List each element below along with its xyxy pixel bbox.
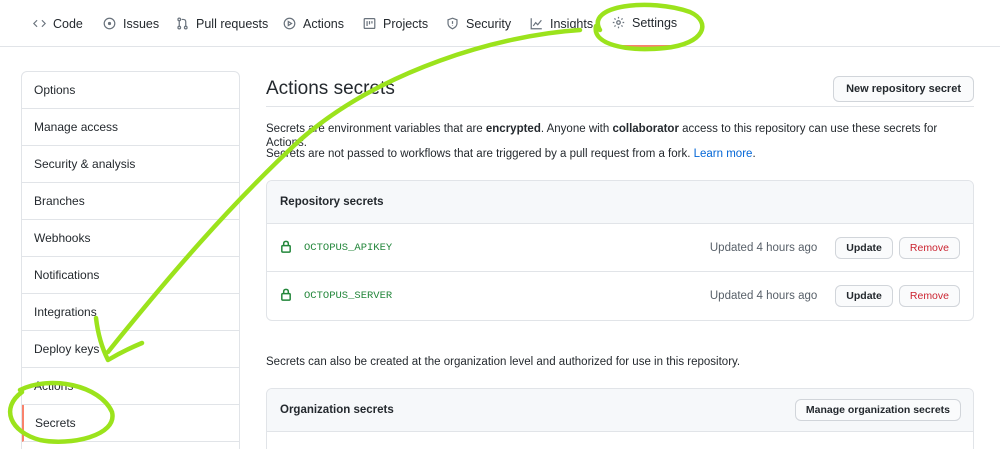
secret-updated: Updated 4 hours ago [709, 241, 818, 254]
sidebar-item-label: Webhooks [34, 231, 91, 245]
update-secret-button[interactable]: Update [835, 236, 893, 259]
fork-note-text: Secrets are not passed to workflows that… [266, 148, 694, 160]
play-icon [283, 17, 296, 30]
gear-icon [612, 16, 625, 29]
page-header: Actions secrets New repository secret [266, 71, 974, 107]
secrets-description: Secrets are environment variables that a… [266, 122, 974, 150]
sidebar-item-integrations[interactable]: Integrations [22, 294, 239, 331]
lock-icon [280, 240, 292, 256]
tab-projects-label: Projects [383, 16, 429, 31]
sidebar-item-label: Options [34, 83, 76, 97]
secret-name: OCTOPUS_SERVER [304, 290, 393, 302]
sidebar-item-deploy-keys[interactable]: Deploy keys [22, 331, 239, 368]
sidebar-item-label: Actions [34, 379, 74, 393]
sidebar-item-manage-access[interactable]: Manage access [22, 109, 239, 146]
org-secrets-note: Secrets can also be created at the organ… [266, 356, 741, 368]
organization-secrets-box: Organization secrets Manage organization… [266, 388, 974, 449]
sidebar-item-label: Security & analysis [34, 157, 136, 171]
tab-security-label: Security [466, 16, 512, 31]
sidebar-item-actions[interactable]: Actions [22, 368, 239, 405]
code-icon [33, 19, 46, 28]
learn-more-link[interactable]: Learn more [694, 148, 753, 160]
sidebar-item-label: Notifications [34, 268, 100, 282]
page-title: Actions secrets [266, 77, 395, 99]
sidebar-item-options[interactable]: Options [22, 72, 239, 109]
organization-secrets-title: Organization secrets [280, 404, 394, 416]
remove-secret-button[interactable]: Remove [898, 236, 960, 259]
sidebar-item-notifications[interactable]: Notifications [22, 257, 239, 294]
description-text: Secrets are environment variables that a… [266, 123, 486, 135]
repository-secrets-box: Repository secrets OCTOPUS_APIKEY Update… [266, 180, 974, 321]
tab-issues[interactable]: Issues [103, 0, 159, 47]
issue-icon [103, 17, 116, 30]
lock-icon [280, 288, 292, 304]
main-content: Actions secrets New repository secret Se… [266, 71, 974, 449]
sidebar-item-label: Manage access [34, 120, 119, 134]
tab-settings[interactable]: Settings [612, 0, 678, 47]
tab-security[interactable]: Security [446, 0, 511, 47]
manage-organization-secrets-button[interactable]: Manage organization secrets [794, 399, 961, 421]
sidebar-item-secrets[interactable]: Secrets [22, 405, 239, 442]
fork-note-end: . [752, 148, 756, 160]
sidebar-item-branches[interactable]: Branches [22, 183, 239, 220]
description-text: . Anyone with [540, 123, 613, 135]
sidebar-item-security-analysis[interactable]: Security & analysis [22, 146, 239, 183]
sidebar-item-label: Secrets [35, 416, 76, 430]
tab-actions-label: Actions [303, 16, 344, 31]
repo-nav: Code Issues Pull requests Actions Projec… [0, 0, 1000, 47]
sidebar-item-label: Deploy keys [34, 342, 100, 356]
tab-projects[interactable]: Projects [363, 0, 428, 47]
secret-updated: Updated 4 hours ago [709, 290, 818, 302]
tab-code-label: Code [53, 16, 83, 31]
sidebar-item-label: Branches [34, 194, 85, 208]
organization-secrets-header: Organization secrets Manage organization… [267, 389, 973, 432]
new-repository-secret-button[interactable]: New repository secret [833, 75, 974, 102]
secret-name: OCTOPUS_APIKEY [304, 241, 393, 254]
sidebar-item-label: Integrations [34, 305, 97, 319]
graph-icon [530, 18, 542, 30]
tab-pull-requests-label: Pull requests [196, 16, 269, 31]
tab-settings-label: Settings [632, 15, 678, 30]
description-bold: encrypted [485, 123, 541, 135]
tab-insights-label: Insights [550, 16, 594, 31]
sidebar-item-webhooks[interactable]: Webhooks [22, 220, 239, 257]
project-icon [363, 18, 376, 29]
tab-insights[interactable]: Insights [530, 0, 593, 47]
secret-row: OCTOPUS_SERVER Updated 4 hours ago Updat… [267, 272, 973, 320]
remove-secret-button[interactable]: Remove [898, 285, 960, 307]
repository-secrets-header: Repository secrets [267, 181, 973, 224]
tab-pull-requests[interactable]: Pull requests [176, 0, 268, 47]
tab-actions[interactable]: Actions [283, 0, 344, 47]
update-secret-button[interactable]: Update [835, 285, 893, 307]
shield-icon [447, 17, 458, 30]
secret-row: OCTOPUS_APIKEY Updated 4 hours ago Updat… [267, 224, 973, 272]
tab-code[interactable]: Code [33, 0, 83, 47]
pull-request-icon [177, 17, 188, 30]
repository-secrets-title: Repository secrets [280, 196, 384, 208]
description-bold: collaborator [612, 123, 679, 135]
secret-actions: Update Remove [835, 236, 960, 259]
settings-sidebar: Options Manage access Security & analysi… [21, 71, 240, 449]
fork-note: Secrets are not passed to workflows that… [266, 147, 756, 161]
secret-actions: Update Remove [835, 285, 960, 307]
tab-issues-label: Issues [123, 16, 160, 31]
